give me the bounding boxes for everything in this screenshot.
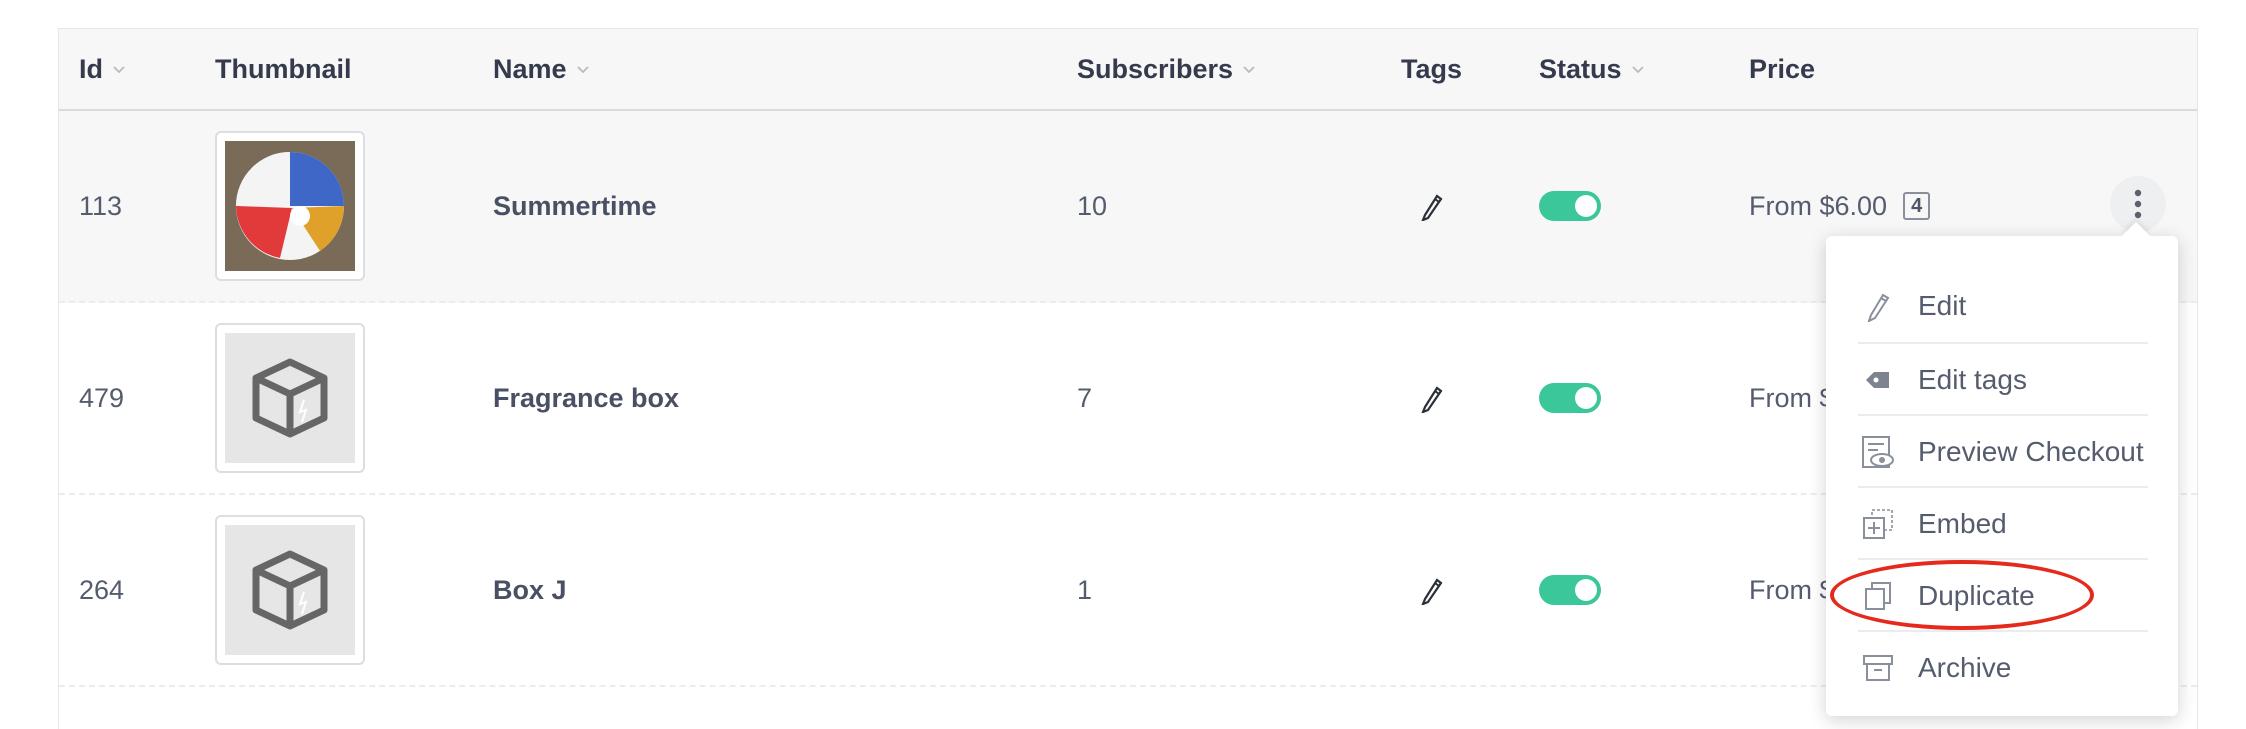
chevron-down-icon [113,63,125,75]
subscribers-count: 1 [1077,574,1093,605]
box-placeholder-icon [225,525,355,655]
menu-item-duplicate[interactable]: Duplicate [1858,558,2148,632]
toggle-switch[interactable] [1539,575,1601,605]
column-header-price: Price [1749,29,1815,109]
column-header-tags-label: Tags [1401,53,1463,84]
column-header-thumbnail-label: Thumbnail [215,53,352,84]
status-toggle[interactable] [1539,495,1601,685]
product-thumbnail[interactable] [215,515,365,665]
price-count-badge: 4 [1903,192,1931,220]
column-header-name-label: Name [493,53,567,84]
toggle-switch[interactable] [1539,383,1601,413]
status-toggle[interactable] [1539,111,1601,301]
menu-item-label: Archive [1918,652,2012,683]
column-header-subscribers[interactable]: Subscribers [1077,29,1255,109]
column-header-price-label: Price [1749,53,1816,84]
beach-ball-image [225,141,355,271]
product-name[interactable]: Fragrance box [493,303,679,493]
tag-icon [1858,360,1898,400]
column-header-id-label: Id [79,53,103,84]
edit-tags-pencil-icon[interactable] [1419,495,1445,685]
preview-eye-icon [1858,432,1898,472]
product-thumbnail[interactable] [215,323,365,473]
kebab-menu-icon [2134,189,2142,219]
column-header-id[interactable]: Id [79,29,125,109]
menu-item-edit[interactable]: Edit [1858,270,2148,342]
menu-item-edit-tags[interactable]: Edit tags [1858,342,2148,416]
price-text: From $ [1749,382,1835,413]
status-toggle[interactable] [1539,303,1601,493]
subscribers-count: 10 [1077,190,1108,221]
column-header-status-label: Status [1539,53,1622,84]
table-header: Id Thumbnail Name Subscribers Tags Statu… [59,29,2197,111]
pencil-icon [1858,286,1898,326]
column-header-status[interactable]: Status [1539,29,1644,109]
column-header-subscribers-label: Subscribers [1077,53,1234,84]
menu-item-label: Duplicate [1918,580,2035,611]
product-name[interactable]: Summertime [493,111,657,301]
price-text: From $6.00 [1749,190,1888,221]
column-header-thumbnail: Thumbnail [215,29,352,109]
menu-item-label: Edit tags [1918,364,2027,395]
menu-item-preview-checkout[interactable]: Preview Checkout [1858,414,2148,488]
row-id: 113 [79,190,123,221]
price-text: From $ [1749,574,1835,605]
menu-item-label: Preview Checkout [1918,436,2144,467]
chevron-down-icon [1243,63,1255,75]
menu-item-archive[interactable]: Archive [1858,630,2148,704]
menu-item-label: Edit [1918,290,1967,321]
row-id: 264 [79,574,125,605]
column-header-name[interactable]: Name [493,29,589,109]
toggle-switch[interactable] [1539,191,1601,221]
column-header-tags: Tags [1401,29,1462,109]
product-thumbnail[interactable] [215,131,365,281]
subscribers-count: 7 [1077,382,1093,413]
embed-icon [1858,504,1898,544]
row-id: 479 [79,382,125,413]
edit-tags-pencil-icon[interactable] [1419,111,1445,301]
box-placeholder-icon [225,333,355,463]
chevron-down-icon [1631,63,1644,75]
duplicate-icon [1858,576,1898,616]
archive-icon [1858,648,1898,688]
edit-tags-pencil-icon[interactable] [1419,303,1445,493]
chevron-down-icon [576,63,589,75]
menu-item-embed[interactable]: Embed [1858,486,2148,560]
product-name[interactable]: Box J [493,495,567,685]
menu-item-label: Embed [1918,508,2007,539]
row-actions-menu: Edit Edit tags Preview Checkout Embed Du… [1826,236,2178,716]
